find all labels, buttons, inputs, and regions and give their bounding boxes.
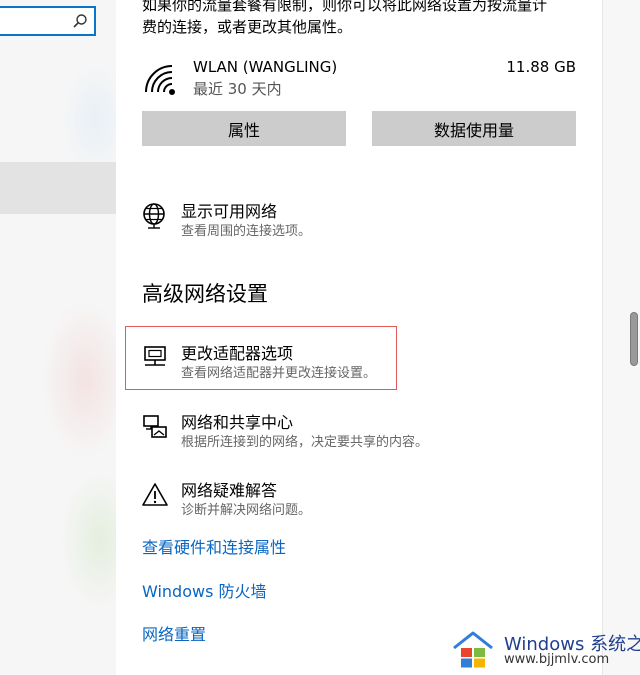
- firewall-link[interactable]: Windows 防火墙: [142, 578, 267, 602]
- troubleshooter-subtitle: 诊断并解决网络问题。: [181, 503, 312, 518]
- change-adapter-options[interactable]: 更改适配器选项 查看网络适配器并更改连接设置。: [142, 340, 472, 386]
- background-blur: [60, 470, 116, 610]
- data-usage-button[interactable]: 数据使用量: [372, 111, 576, 146]
- monitor-network-icon: [144, 346, 166, 366]
- usage-period: 最近 30 天内: [193, 80, 282, 98]
- warning-icon: [142, 483, 168, 506]
- advanced-settings-heading: 高级网络设置: [142, 282, 268, 306]
- search-box[interactable]: [0, 6, 96, 36]
- network-troubleshooter[interactable]: 网络疑难解答 诊断并解决网络问题。: [142, 477, 472, 523]
- left-nav-pane: [0, 0, 116, 675]
- hardware-properties-link[interactable]: 查看硬件和连接属性: [142, 534, 286, 558]
- intro-text: 如果你的流量套餐有限制，则你可以将此网络设置为按流量计 费的连接，或者更改其他属…: [142, 0, 548, 36]
- network-reset-link[interactable]: 网络重置: [142, 621, 206, 645]
- search-input[interactable]: [0, 8, 80, 34]
- windows-house-logo-icon: [453, 631, 493, 668]
- data-usage-row: WLAN (WANGLING) 最近 30 天内 11.88 GB: [142, 56, 578, 100]
- troubleshooter-title: 网络疑难解答: [181, 481, 278, 500]
- sharing-center-icon: [143, 415, 167, 438]
- watermark-url: www.bjjmlv.com: [504, 652, 610, 667]
- background-blur: [40, 300, 116, 460]
- wifi-icon: [145, 65, 175, 95]
- watermark: Windows 系统之家 www.bjjmlv.com: [448, 626, 640, 672]
- adapter-options-subtitle: 查看网络适配器并更改连接设置。: [181, 366, 377, 381]
- show-networks-subtitle: 查看周围的连接选项。: [181, 224, 312, 239]
- properties-button[interactable]: 属性: [142, 111, 346, 146]
- globe-network-icon: [143, 203, 165, 229]
- show-networks-title: 显示可用网络: [181, 202, 278, 221]
- nav-item-selected[interactable]: [0, 162, 116, 214]
- network-sharing-center[interactable]: 网络和共享中心 根据所连接到的网络，决定要共享的内容。: [142, 409, 462, 455]
- network-name: WLAN (WANGLING): [193, 58, 338, 76]
- usage-amount: 11.88 GB: [506, 58, 576, 76]
- sharing-center-subtitle: 根据所连接到的网络，决定要共享的内容。: [181, 435, 429, 450]
- scrollbar-thumb[interactable]: [630, 312, 638, 366]
- show-available-networks[interactable]: 显示可用网络 查看周围的连接选项。: [142, 198, 472, 244]
- sharing-center-title: 网络和共享中心: [181, 413, 294, 432]
- search-icon[interactable]: [72, 13, 88, 29]
- adapter-options-title: 更改适配器选项: [181, 344, 294, 363]
